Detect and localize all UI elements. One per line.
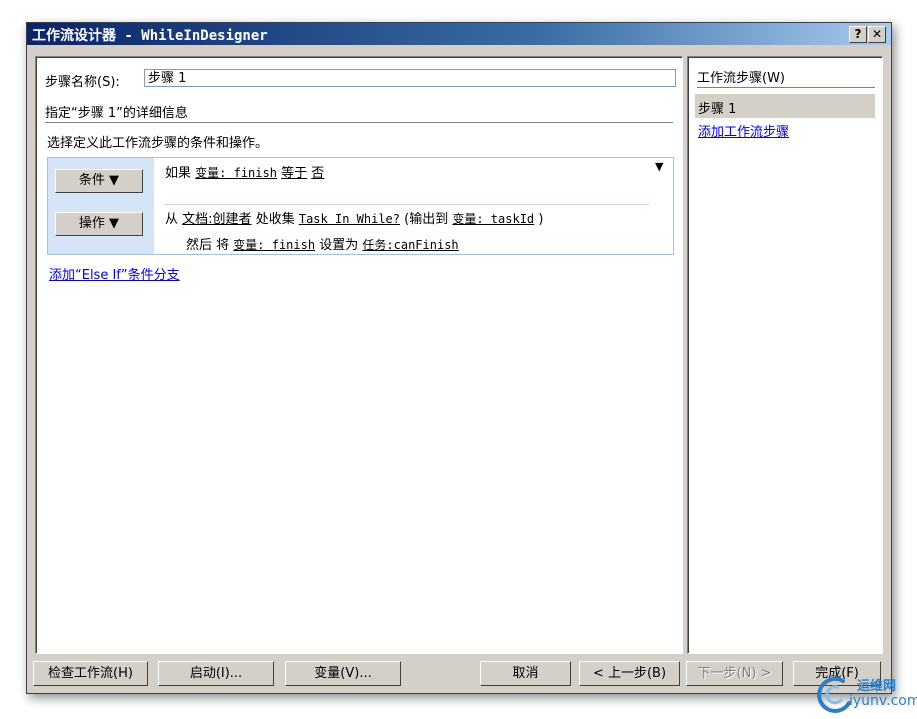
action-line-2: 然后 将 变量: finish 设置为 任务:canFinish	[186, 234, 459, 253]
sidebar-item-step-1[interactable]: 步骤 1	[695, 94, 875, 118]
workflow-steps-panel: 工作流步骤(W) 步骤 1 添加工作流步骤	[687, 56, 883, 654]
workflow-designer-window: 工作流设计器 - WhileInDesigner ? ✕ 步骤名称(S): 步骤…	[26, 22, 892, 694]
sidebar-item-label: 步骤 1	[698, 102, 737, 117]
start-button[interactable]: 启动(I)...	[158, 661, 274, 686]
action-line-1: 从 文档:创建者 处收集 Task In While? (输出到 变量: tas…	[165, 208, 543, 227]
condition-prefix: 如果	[165, 166, 192, 181]
action-output-open: (输出到	[404, 212, 449, 227]
sidebar-divider	[697, 87, 875, 88]
step-editor-panel: 步骤名称(S): 步骤 1 指定“步骤 1”的详细信息 选择定义此工作流步骤的条…	[35, 56, 683, 654]
condition-button[interactable]: 条件 ▼	[55, 169, 143, 193]
action-set-variable-link[interactable]: 变量: finish	[233, 238, 315, 252]
cancel-button[interactable]: 取消	[480, 661, 571, 686]
condition-value-link[interactable]: 否	[311, 166, 324, 181]
step-name-input[interactable]: 步骤 1	[144, 69, 676, 87]
action-then-text: 然后 将	[186, 238, 230, 253]
rule-dropdown-icon[interactable]: ▼	[655, 160, 663, 173]
action-from-text: 从	[165, 212, 179, 227]
step-name-label: 步骤名称(S):	[45, 75, 120, 90]
workflow-steps-heading: 工作流步骤(W)	[697, 71, 785, 86]
step-details-heading: 指定“步骤 1”的详细信息	[45, 106, 188, 121]
condition-variable-link[interactable]: 变量: finish	[195, 166, 277, 180]
condition-operator-link[interactable]: 等于	[281, 166, 307, 181]
action-set-text: 设置为	[319, 238, 359, 253]
action-source-link[interactable]: 文档:创建者	[182, 212, 251, 227]
variables-button[interactable]: 变量(V)...	[285, 661, 401, 686]
action-set-value-link[interactable]: 任务:canFinish	[362, 238, 458, 252]
action-button[interactable]: 操作 ▼	[55, 212, 143, 236]
watermark-brand: 运维网	[857, 679, 897, 694]
condition-line: 如果 变量: finish 等于 否	[165, 162, 324, 181]
watermark-logo: 运维网 iyunv.com	[813, 673, 917, 713]
title-bar: 工作流设计器 - WhileInDesigner ? ✕	[27, 23, 891, 45]
close-button[interactable]: ✕	[868, 26, 886, 43]
rule-box: 条件 ▼ 操作 ▼ ▼ 如果 变量: finish 等于 否 从 文档:创建者 …	[47, 157, 674, 255]
divider	[45, 122, 673, 123]
add-else-if-link[interactable]: 添加“Else If”条件分支	[49, 264, 180, 283]
window-title: 工作流设计器 - WhileInDesigner	[32, 28, 268, 44]
check-workflow-button[interactable]: 检查工作流(H)	[33, 661, 148, 686]
rule-separator	[165, 204, 649, 205]
add-workflow-step-link[interactable]: 添加工作流步骤	[698, 121, 789, 140]
instruction-text: 选择定义此工作流步骤的条件和操作。	[47, 136, 269, 151]
action-task-link[interactable]: Task In While?	[299, 212, 400, 226]
next-button[interactable]: 下一步(N) >	[686, 661, 783, 686]
action-output-variable-link[interactable]: 变量: taskId	[452, 212, 534, 226]
help-button[interactable]: ?	[849, 26, 867, 43]
action-collect-text: 处收集	[255, 212, 295, 227]
back-button[interactable]: < 上一步(B)	[579, 661, 680, 686]
watermark-url: iyunv.com	[849, 693, 917, 709]
action-output-close: )	[538, 212, 544, 227]
